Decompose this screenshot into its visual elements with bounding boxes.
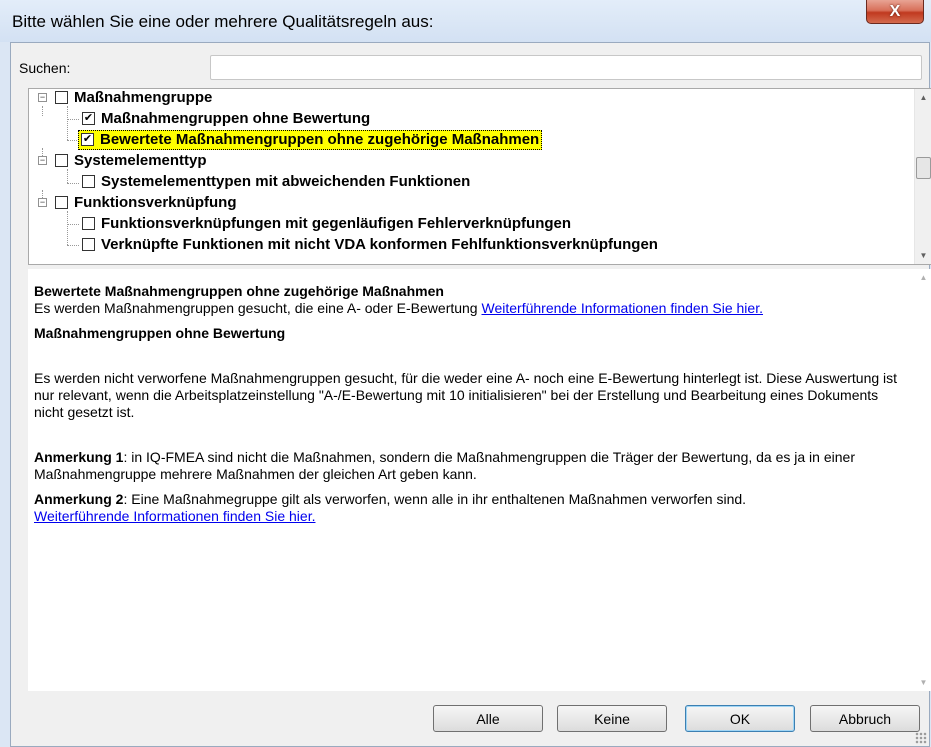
checkbox[interactable] bbox=[82, 217, 95, 230]
search-input[interactable] bbox=[210, 55, 922, 80]
collapse-icon[interactable]: − bbox=[38, 93, 47, 102]
more-info-link[interactable]: Weiterführende Informationen finden Sie … bbox=[34, 508, 315, 524]
rule-text: Es werden Maßnahmengruppen gesucht, die … bbox=[34, 300, 482, 316]
description-text: Bewertete Maßnahmengruppen ohne zugehöri… bbox=[34, 283, 904, 533]
rule-title: Bewertete Maßnahmengruppen ohne zugehöri… bbox=[34, 283, 444, 299]
scroll-thumb[interactable] bbox=[916, 157, 931, 179]
tree-group-funktionsverknuepfung[interactable]: − Funktionsverknüpfung bbox=[38, 192, 237, 213]
tree-item-rule[interactable]: Systemelementtypen mit abweichenden Funk… bbox=[82, 171, 470, 192]
checkbox[interactable] bbox=[55, 196, 68, 209]
rule-title: Maßnahmengruppen ohne Bewertung bbox=[34, 325, 286, 341]
dialog-window: Bitte wählen Sie eine oder mehrere Quali… bbox=[0, 0, 931, 747]
scroll-down-icon[interactable]: ▼ bbox=[915, 674, 931, 691]
tree-item-rule[interactable]: Funktionsverknüpfungen mit gegenläufigen… bbox=[82, 213, 571, 234]
checkbox[interactable] bbox=[55, 154, 68, 167]
tree-item-label: Systemelementtypen mit abweichenden Funk… bbox=[101, 173, 471, 190]
tree-item-rule-selected[interactable]: Bewertete Maßnahmengruppen ohne zugehöri… bbox=[78, 129, 543, 150]
checkbox[interactable] bbox=[82, 175, 95, 188]
dialog-body: Suchen: − Maßnahmengruppe Ma bbox=[10, 42, 931, 747]
more-info-link[interactable]: Weiterführende Informationen finden Sie … bbox=[482, 300, 763, 316]
note-label: Anmerkung 2 bbox=[34, 491, 124, 507]
tree-item-rule[interactable]: Maßnahmengruppen ohne Bewertung bbox=[82, 108, 370, 129]
collapse-icon[interactable]: − bbox=[38, 198, 47, 207]
checkbox-checked[interactable] bbox=[82, 112, 95, 125]
tree-item-label: Verknüpfte Funktionen mit nicht VDA konf… bbox=[101, 236, 658, 253]
note-label: Anmerkung 1 bbox=[34, 449, 124, 465]
checkbox-checked[interactable] bbox=[81, 133, 94, 146]
tree-group-systemelementtyp[interactable]: − Systemelementtyp bbox=[38, 150, 207, 171]
scroll-down-icon[interactable]: ▼ bbox=[915, 247, 931, 264]
note-text: : in IQ-FMEA sind nicht die Maßnahmen, s… bbox=[34, 449, 855, 482]
scroll-up-icon[interactable]: ▲ bbox=[915, 89, 931, 106]
window-title: Bitte wählen Sie eine oder mehrere Quali… bbox=[12, 12, 434, 31]
checkbox[interactable] bbox=[82, 238, 95, 251]
rule-description-panel: Bewertete Maßnahmengruppen ohne zugehöri… bbox=[28, 269, 931, 691]
select-none-button[interactable]: Keine bbox=[557, 705, 667, 732]
tree-item-label: Funktionsverknüpfungen mit gegenläufigen… bbox=[101, 215, 572, 232]
tree-item-label: Maßnahmengruppen ohne Bewertung bbox=[101, 110, 371, 127]
rule-text: Es werden nicht verworfene Maßnahmengrup… bbox=[34, 370, 898, 420]
note-text: : Eine Maßnahmegruppe gilt als verworfen… bbox=[123, 491, 747, 507]
selection-highlight: Bewertete Maßnahmengruppen ohne zugehöri… bbox=[78, 129, 543, 150]
checkbox[interactable] bbox=[55, 91, 68, 104]
title-bar[interactable]: Bitte wählen Sie eine oder mehrere Quali… bbox=[0, 0, 931, 42]
search-label: Suchen: bbox=[19, 60, 71, 76]
tree-scrollbar[interactable]: ▲ ▼ bbox=[914, 89, 931, 264]
close-icon: X bbox=[889, 2, 901, 20]
rule-tree: − Maßnahmengruppe Maßnahmengruppen ohne … bbox=[28, 88, 931, 265]
tree-group-label: Funktionsverknüpfung bbox=[74, 194, 237, 211]
ok-button[interactable]: OK bbox=[685, 705, 795, 732]
resize-grip-icon[interactable] bbox=[915, 732, 927, 744]
tree-item-label: Bewertete Maßnahmengruppen ohne zugehöri… bbox=[100, 131, 540, 148]
select-all-button[interactable]: Alle bbox=[433, 705, 543, 732]
collapse-icon[interactable]: − bbox=[38, 156, 47, 165]
cancel-button[interactable]: Abbruch bbox=[810, 705, 920, 732]
tree-item-rule[interactable]: Verknüpfte Funktionen mit nicht VDA konf… bbox=[82, 234, 658, 255]
tree-group-massnahmengruppe[interactable]: − Maßnahmengruppe bbox=[38, 89, 213, 108]
scroll-up-icon[interactable]: ▲ bbox=[915, 269, 931, 286]
tree-group-label: Maßnahmengruppe bbox=[74, 89, 213, 106]
description-scrollbar[interactable]: ▲ ▼ bbox=[915, 269, 931, 691]
tree-group-label: Systemelementtyp bbox=[74, 152, 207, 169]
close-button[interactable]: X bbox=[866, 0, 924, 24]
